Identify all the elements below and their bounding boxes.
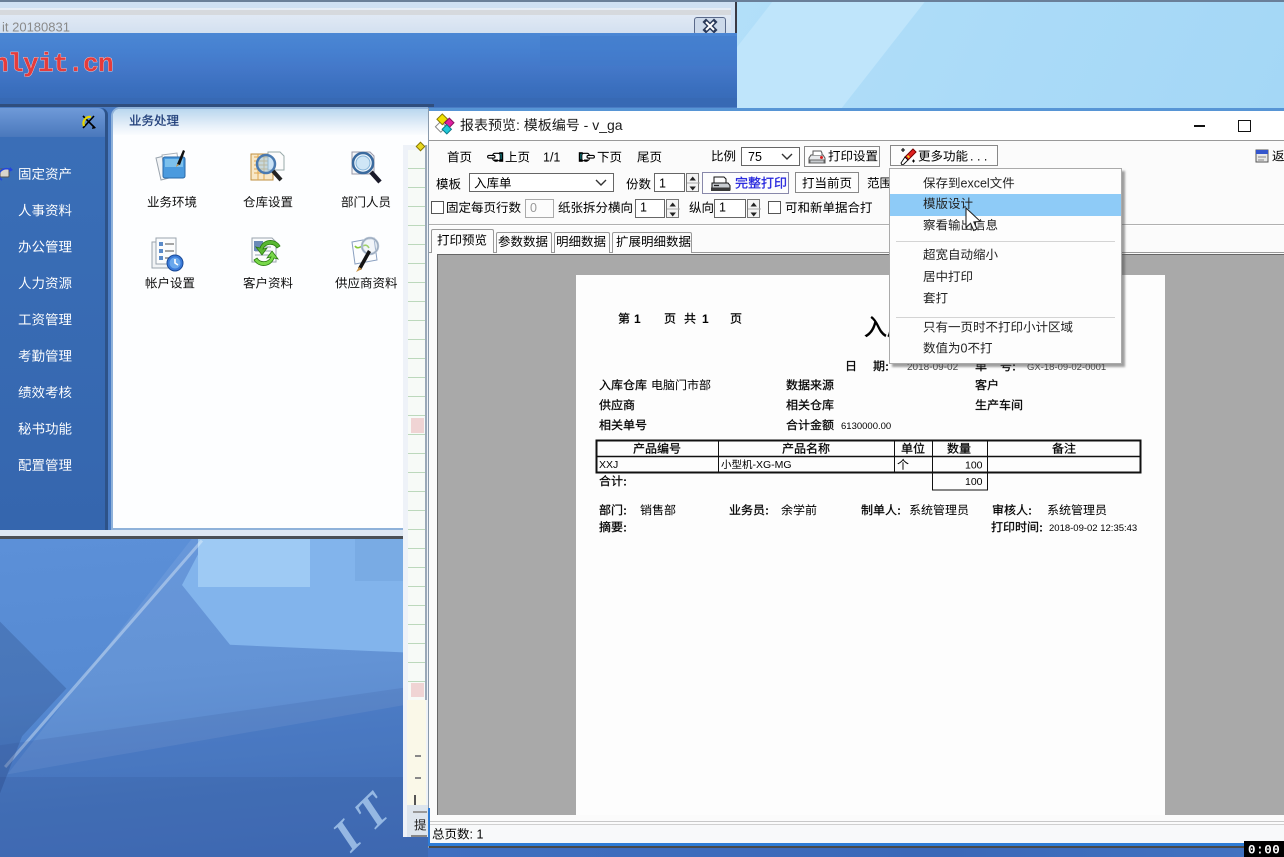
svg-text:0:00: 0:00	[1248, 844, 1280, 857]
svg-text:0: 0	[961, 342, 968, 356]
svg-text:excel: excel	[961, 177, 990, 191]
